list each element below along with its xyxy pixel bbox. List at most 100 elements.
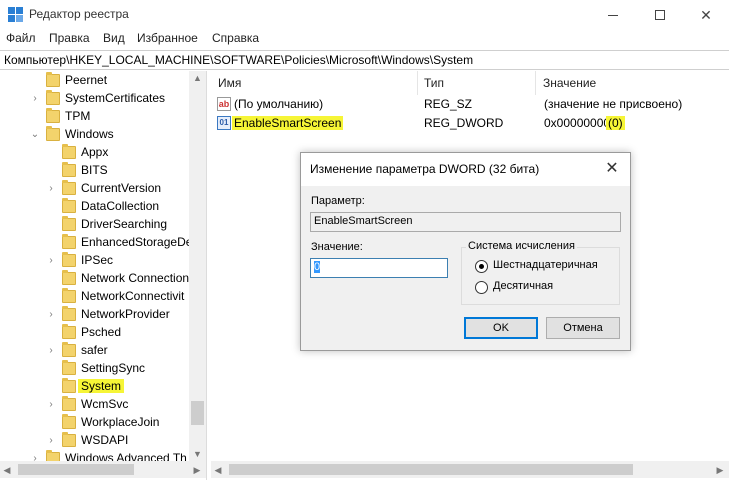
tree-item[interactable]: Appx	[0, 144, 190, 162]
menu-favorites[interactable]: Избранное	[137, 31, 198, 45]
menu-view[interactable]: Вид	[103, 31, 125, 45]
chevron-down-icon[interactable]: ⌄	[30, 129, 40, 141]
tree-item[interactable]: TPM	[0, 108, 190, 126]
column-divider[interactable]	[535, 71, 536, 95]
param-label: Параметр:	[311, 195, 365, 207]
address-bar[interactable]: Компьютер\HKEY_LOCAL_MACHINE\SOFTWARE\Po…	[0, 50, 729, 70]
maximize-icon	[655, 10, 665, 20]
tree-item[interactable]: › WcmSvc	[0, 396, 190, 414]
column-type[interactable]: Тип	[424, 76, 444, 90]
tree-item-label: NetworkProvider	[81, 307, 170, 321]
edit-dword-dialog: Изменение параметра DWORD (32 бита) ✕ Па…	[300, 152, 631, 351]
chevron-right-icon[interactable]: ›	[46, 255, 56, 267]
tree-item[interactable]: System	[0, 378, 190, 396]
scroll-up-icon[interactable]: ▲	[189, 71, 206, 85]
tree-vertical-scrollbar[interactable]: ▲ ▼	[189, 71, 206, 461]
param-name-value: EnableSmartScreen	[314, 215, 413, 227]
folder-icon	[62, 252, 76, 267]
tree-item[interactable]: BITS	[0, 162, 190, 180]
row-type: REG_DWORD	[424, 116, 504, 130]
row-type: REG_SZ	[424, 97, 473, 111]
list-horizontal-scrollbar[interactable]: ◀ ▶	[211, 461, 729, 478]
tree-item-label: Psched	[81, 325, 122, 339]
column-name[interactable]: Имя	[218, 76, 241, 90]
scroll-left-icon[interactable]: ◀	[0, 463, 14, 477]
maximize-button[interactable]	[637, 0, 683, 30]
list-hscroll-thumb[interactable]	[229, 464, 633, 475]
tree-horizontal-scrollbar[interactable]: ◀ ▶	[0, 461, 206, 478]
tree-item-label: DriverSearching	[81, 217, 168, 231]
tree-item[interactable]: NetworkConnectivit	[0, 288, 190, 306]
menu-edit[interactable]: Правка	[49, 31, 90, 45]
menu-file[interactable]: Файл	[6, 31, 36, 45]
registry-tree: Peernet › SystemCertificates TPM ⌄ Windows App…	[0, 71, 206, 480]
tree-item[interactable]: › CurrentVersion	[0, 180, 190, 198]
scroll-right-icon[interactable]: ▶	[713, 463, 727, 477]
tree-item[interactable]: › safer	[0, 342, 190, 360]
folder-icon	[62, 342, 76, 357]
tree-item-label: NetworkConnectivit	[81, 289, 185, 303]
tree-item-label: System	[78, 379, 125, 393]
folder-icon	[62, 360, 76, 375]
folder-icon	[46, 126, 60, 141]
minimize-button[interactable]	[590, 0, 636, 30]
tree-item-label: BITS	[81, 163, 108, 177]
tree-item[interactable]: › IPSec	[0, 252, 190, 270]
folder-icon	[62, 216, 76, 231]
chevron-right-icon[interactable]: ›	[46, 435, 56, 447]
column-value[interactable]: Значение	[543, 76, 596, 90]
tree-item[interactable]: ⌄ Windows	[0, 126, 190, 144]
chevron-right-icon[interactable]: ›	[30, 93, 40, 105]
list-row[interactable]: 01 EnableSmartScreen REG_DWORD 0x0000000…	[211, 115, 729, 133]
folder-icon	[62, 396, 76, 411]
cancel-button[interactable]: Отмена	[546, 317, 620, 339]
scroll-left-icon[interactable]: ◀	[211, 463, 225, 477]
chevron-right-icon[interactable]: ›	[46, 345, 56, 357]
tree-scroll-thumb[interactable]	[191, 401, 204, 425]
chevron-right-icon[interactable]: ›	[46, 399, 56, 411]
tree-item[interactable]: DriverSearching	[0, 216, 190, 234]
close-button[interactable]: ✕	[683, 0, 729, 30]
base-group-title: Система исчисления	[466, 240, 577, 252]
param-name-field: EnableSmartScreen	[310, 212, 621, 232]
tree-item[interactable]: EnhancedStorageDe	[0, 234, 192, 252]
tree-item[interactable]: WorkplaceJoin	[0, 414, 190, 432]
tree-item[interactable]: Peernet	[0, 72, 190, 90]
folder-icon	[62, 432, 76, 447]
value-input[interactable]: 0	[310, 258, 448, 278]
tree-item-label: Windows	[65, 127, 114, 141]
menu-help[interactable]: Справка	[212, 31, 259, 45]
scroll-down-icon[interactable]: ▼	[189, 447, 206, 461]
tree-item-label: TPM	[65, 109, 91, 123]
menu-bar: Файл Правка Вид Избранное Справка	[0, 30, 729, 48]
row-value: (значение не присвоено)	[544, 97, 683, 111]
folder-icon	[62, 270, 76, 285]
tree-item-label: Network Connection	[81, 271, 190, 285]
radio-hex-label[interactable]: Шестнадцатеричная	[493, 259, 598, 271]
radio-dec-button[interactable]	[475, 281, 488, 294]
folder-icon	[62, 162, 76, 177]
chevron-right-icon[interactable]: ›	[46, 309, 56, 321]
row-name: (По умолчанию)	[234, 97, 324, 111]
list-row[interactable]: ab (По умолчанию) REG_SZ (значение не пр…	[211, 96, 729, 114]
minimize-icon	[608, 14, 618, 16]
tree-item[interactable]: Psched	[0, 324, 190, 342]
ok-button[interactable]: OK	[464, 317, 538, 339]
scroll-right-icon[interactable]: ▶	[190, 463, 204, 477]
dialog-close-button[interactable]: ✕	[602, 159, 622, 179]
value-label: Значение:	[311, 241, 363, 253]
tree-hscroll-thumb[interactable]	[18, 464, 134, 475]
chevron-right-icon[interactable]: ›	[46, 183, 56, 195]
folder-icon	[62, 288, 76, 303]
column-divider[interactable]	[417, 71, 418, 95]
tree-item[interactable]: DataCollection	[0, 198, 190, 216]
tree-item[interactable]: › WSDAPI	[0, 432, 190, 450]
tree-item[interactable]: SettingSync	[0, 360, 190, 378]
radio-hex-button[interactable]	[475, 260, 488, 273]
address-path[interactable]: Компьютер\HKEY_LOCAL_MACHINE\SOFTWARE\Po…	[4, 53, 473, 67]
tree-item[interactable]: Network Connection	[0, 270, 190, 288]
folder-icon	[62, 378, 76, 393]
tree-item[interactable]: › SystemCertificates	[0, 90, 190, 108]
tree-item[interactable]: › NetworkProvider	[0, 306, 190, 324]
radio-dec-label[interactable]: Десятичная	[493, 280, 553, 292]
